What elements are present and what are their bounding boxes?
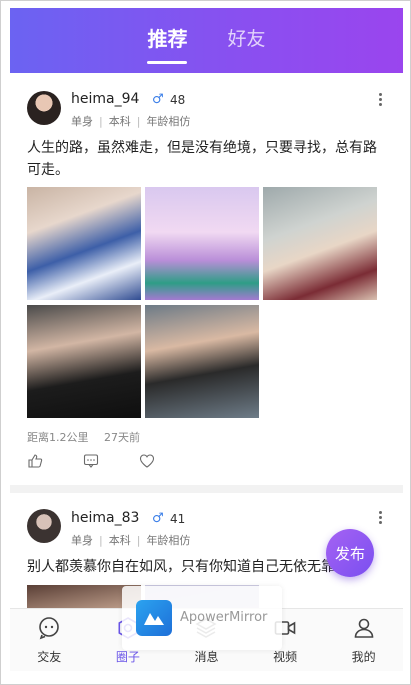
nav-label: 交友 xyxy=(37,649,62,664)
watermark-label: ApowerMirror xyxy=(180,610,268,625)
post-actions xyxy=(27,453,155,469)
tab-recommend[interactable]: 推荐 xyxy=(147,23,188,64)
avatar[interactable] xyxy=(27,91,61,125)
post-photo[interactable] xyxy=(27,187,141,300)
post-text: 人生的路，虽然难走，但是没有绝境，只要寻找，总有路可走。 xyxy=(27,140,377,178)
distance-time: 距离1.2公里 27天前 xyxy=(27,429,140,445)
nav-label: 我的 xyxy=(351,649,376,664)
feed: heima_94 ♂ 48 单身 | 本科 | 年龄相仿 人生的路，虽然难走，但是没有绝… xyxy=(10,73,403,608)
apowermirror-logo-icon xyxy=(136,600,172,636)
user-icon xyxy=(352,616,376,644)
post-photo[interactable] xyxy=(145,305,259,418)
nav-item-dating[interactable]: 交友 xyxy=(10,609,89,671)
tag-age-match: 年龄相仿 xyxy=(146,115,191,128)
post-photo[interactable] xyxy=(27,305,141,418)
tag-marital: 单身 xyxy=(71,534,93,547)
male-icon: ♂ xyxy=(152,92,164,107)
post-divider xyxy=(10,485,403,493)
nav-label: 视频 xyxy=(273,649,298,664)
more-options-icon[interactable] xyxy=(379,93,383,107)
nav-label: 圈子 xyxy=(115,649,140,664)
more-options-icon[interactable] xyxy=(379,511,383,525)
tag-education: 本科 xyxy=(108,534,131,547)
tag-age-match: 年龄相仿 xyxy=(146,534,191,547)
heart-icon[interactable] xyxy=(139,453,155,469)
publish-button[interactable]: 发布 xyxy=(326,529,374,577)
like-icon[interactable] xyxy=(27,453,43,469)
avatar[interactable] xyxy=(27,509,61,543)
tag-marital: 单身 xyxy=(71,115,93,128)
user-tags: 单身 | 本科 | 年龄相仿 xyxy=(71,115,191,128)
tab-friends[interactable]: 好友 xyxy=(227,24,265,57)
comment-icon[interactable] xyxy=(83,453,99,469)
post-text: 别人都羡慕你自在如风，只有你知道自己无依无靠 xyxy=(27,559,335,575)
post-card[interactable]: heima_94 ♂ 48 单身 | 本科 | 年龄相仿 人生的路，虽然难走，但是没有绝… xyxy=(10,73,403,485)
chat-bubble-icon xyxy=(37,616,61,644)
post-photo[interactable] xyxy=(263,187,377,300)
nav-item-mine[interactable]: 我的 xyxy=(324,609,403,671)
user-tags: 单身 | 本科 | 年龄相仿 xyxy=(71,534,191,547)
nav-label: 消息 xyxy=(194,649,219,664)
top-tab-bar: 推荐 好友 xyxy=(10,8,403,73)
mirror-watermark: ApowerMirror xyxy=(122,586,282,650)
age: 41 xyxy=(170,512,186,526)
app-frame: 推荐 好友 heima_94 ♂ 48 单身 | 本科 | 年龄相仿 人生的路，虽然难走… xyxy=(0,0,411,685)
post-photo[interactable] xyxy=(145,187,259,300)
age: 48 xyxy=(170,93,186,107)
distance: 距离1.2公里 xyxy=(27,431,89,444)
tag-education: 本科 xyxy=(108,115,131,128)
username[interactable]: heima_94 xyxy=(71,91,139,107)
male-icon: ♂ xyxy=(152,511,164,526)
post-time: 27天前 xyxy=(104,431,140,444)
username[interactable]: heima_83 xyxy=(71,510,139,526)
